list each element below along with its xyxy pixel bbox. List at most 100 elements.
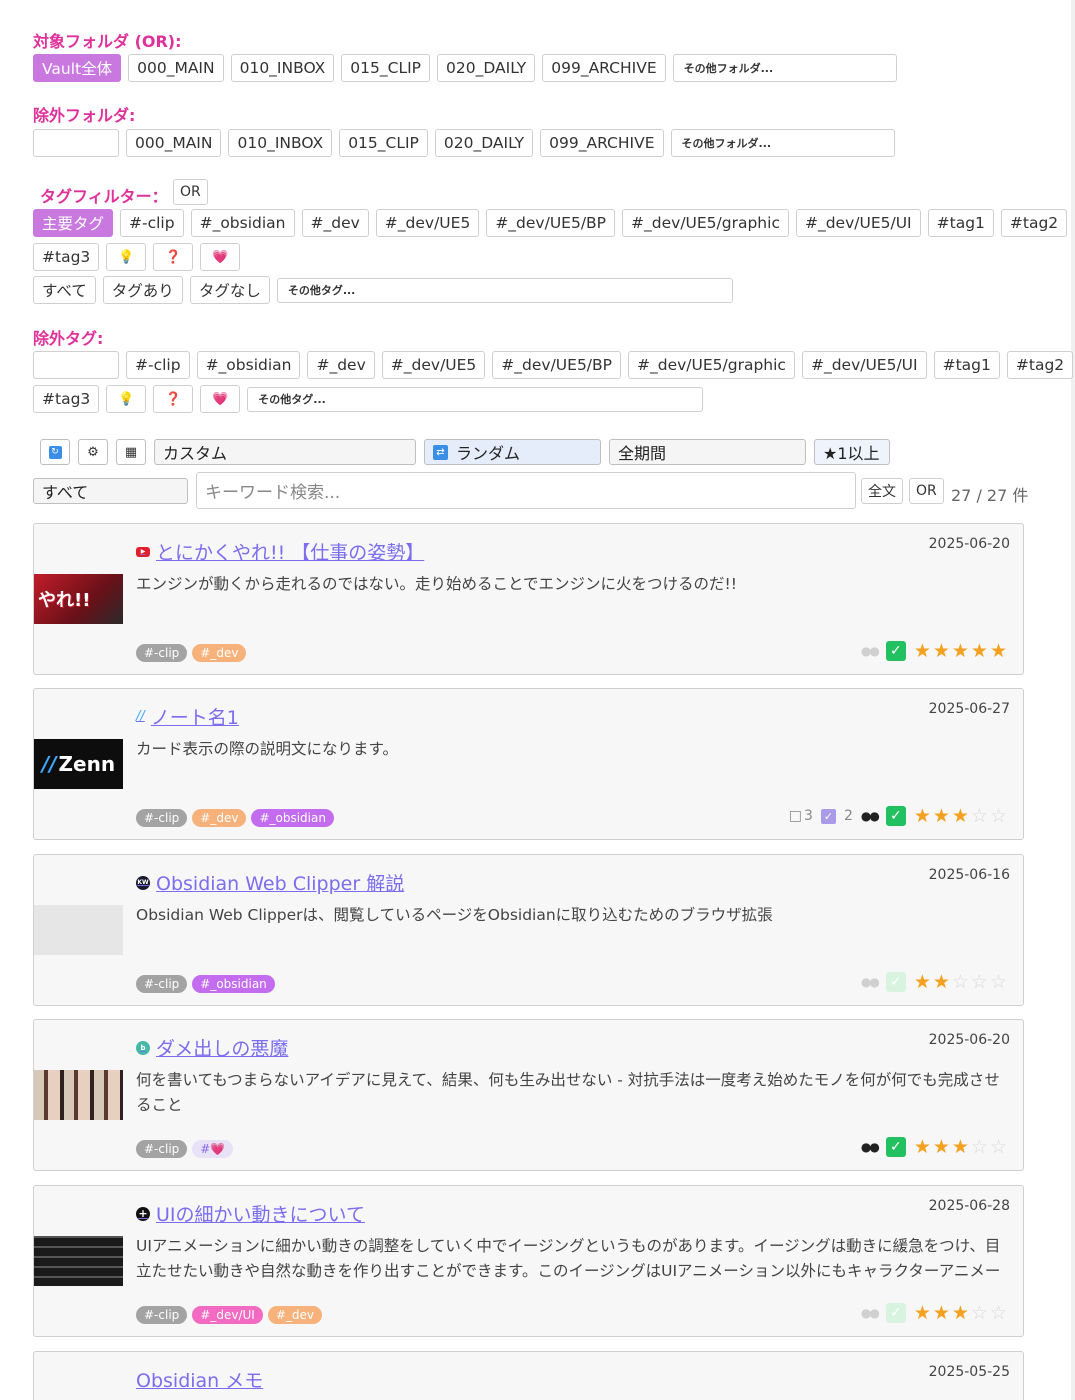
tag-status-tagged[interactable]: タグあり <box>102 276 183 304</box>
tag-chip-main[interactable]: 主要タグ <box>33 209 114 237</box>
tag-chip[interactable]: #_dev/UE5/UI <box>795 209 921 237</box>
tag-chip[interactable]: #_dev/UE5/graphic <box>622 209 789 237</box>
card-tag[interactable]: #-clip <box>136 975 188 993</box>
card-thumbnail: やれ!! <box>34 574 123 624</box>
scrollbar[interactable] <box>1071 0 1075 1400</box>
exclude-tag-chip[interactable]: #_dev/UE5/BP <box>492 351 622 379</box>
card-tag[interactable]: #_dev <box>192 644 247 662</box>
tag-chip[interactable]: #-clip <box>120 209 184 237</box>
exclude-tag-chip[interactable]: #_dev/UE5/graphic <box>628 351 795 379</box>
scope-select[interactable]: すべて <box>33 478 188 504</box>
rating-stars[interactable]: ★★★★★ <box>914 640 1009 662</box>
card-tag[interactable]: #_obsidian <box>251 809 334 827</box>
refresh-button[interactable]: ↻ <box>40 439 70 465</box>
sort-select[interactable]: カスタム <box>154 439 416 465</box>
card-tag[interactable]: #-clip <box>136 644 188 662</box>
card-tag[interactable]: #_dev/UI <box>192 1306 263 1324</box>
tag-chip[interactable]: #_dev/UE5/BP <box>486 209 616 237</box>
tag-mode-toggle[interactable]: OR <box>173 179 208 205</box>
tag-chip-bulb[interactable]: 💡 <box>106 243 147 271</box>
other-tag-select[interactable]: その他タグ... <box>276 277 733 303</box>
exclude-tag-chip[interactable]: #tag2 <box>1006 351 1074 379</box>
filter-settings-button[interactable]: ⚙ <box>78 439 108 465</box>
rating-stars[interactable]: ★★☆☆☆ <box>914 971 1009 993</box>
eyes-icon[interactable]: ●● <box>861 975 880 989</box>
check-icon[interactable]: ✓ <box>885 1137 906 1157</box>
exclude-tag-blank[interactable] <box>33 351 119 379</box>
tag-status-all[interactable]: すべて <box>33 276 96 304</box>
note-card[interactable]: やれ!! ▶ とにかくやれ!! 【仕事の姿勢】 2025-06-20 エンジンが… <box>33 523 1024 675</box>
exclude-tag-chip[interactable]: #_dev/UE5 <box>381 351 486 379</box>
exclude-tag-chip[interactable]: #tag1 <box>933 351 1000 379</box>
card-tag[interactable]: #-clip <box>136 1140 188 1158</box>
tag-chip-heart[interactable]: 💗 <box>200 243 241 271</box>
tag-chip-question[interactable]: ❓ <box>153 243 194 271</box>
exclude-tag-chip[interactable]: #-clip <box>126 351 190 379</box>
folder-chip[interactable]: 010_INBOX <box>230 54 335 82</box>
folder-chip[interactable]: 099_ARCHIVE <box>542 54 666 82</box>
folder-chip[interactable]: 020_DAILY <box>437 54 536 82</box>
card-tag[interactable]: #-clip <box>136 1306 188 1324</box>
check-icon[interactable]: ✓ <box>885 806 906 826</box>
card-title-link[interactable]: b ダメ出しの悪魔 <box>136 1034 288 1061</box>
tag-chip[interactable]: #tag2 <box>1000 209 1068 237</box>
eyes-icon[interactable]: ●● <box>861 1306 880 1320</box>
tag-chip[interactable]: #_dev <box>301 209 369 237</box>
eyes-icon[interactable]: ●● <box>861 644 880 658</box>
period-select[interactable]: 全期間 <box>609 439 806 465</box>
exclude-tag-chip[interactable]: #_dev/UE5/UI <box>801 351 927 379</box>
card-tag[interactable]: #💗 <box>192 1140 234 1158</box>
fulltext-toggle[interactable]: 全文 <box>861 478 903 504</box>
rating-stars[interactable]: ★★★☆☆ <box>914 805 1009 827</box>
rating-stars[interactable]: ★★★☆☆ <box>914 1302 1009 1324</box>
tag-chip[interactable]: #tag3 <box>33 243 100 271</box>
card-title-link[interactable]: Obsidian メモ <box>136 1366 263 1393</box>
other-folder-select[interactable]: その他フォルダ... <box>672 54 897 82</box>
exclude-tag-chip[interactable]: #tag3 <box>33 385 100 413</box>
exclude-tag-chip-heart[interactable]: 💗 <box>200 385 241 413</box>
note-card[interactable]: Obsidian メモ 2025-05-25 <box>33 1351 1024 1400</box>
eyes-icon[interactable]: ●● <box>861 1140 880 1154</box>
card-title-link[interactable]: // ノート名1 <box>136 703 239 730</box>
tag-chip[interactable]: #_dev/UE5 <box>375 209 480 237</box>
note-card[interactable]: + UIの細かい動きについて 2025-06-28 UIアニメーションに細かい動… <box>33 1185 1024 1337</box>
check-icon[interactable]: ✓ <box>885 641 906 661</box>
exclude-tag-chip[interactable]: #_obsidian <box>196 351 301 379</box>
other-exclude-tag-select[interactable]: その他タグ... <box>247 386 704 412</box>
exclude-folder-chip[interactable]: 020_DAILY <box>434 129 534 157</box>
rating-stars[interactable]: ★★★☆☆ <box>914 1136 1009 1158</box>
search-input[interactable]: キーワード検索... <box>196 472 856 509</box>
card-tag[interactable]: #_obsidian <box>192 975 275 993</box>
exclude-folder-chip[interactable]: 000_MAIN <box>126 129 222 157</box>
tag-chip[interactable]: #_obsidian <box>190 209 295 237</box>
note-card[interactable]: b ダメ出しの悪魔 2025-06-20 何を書いてもつまらないアイデアに見えて… <box>33 1019 1024 1171</box>
exclude-tag-chip-question[interactable]: ❓ <box>153 385 194 413</box>
card-title-link[interactable]: + UIの細かい動きについて <box>136 1200 365 1227</box>
exclude-tag-chip[interactable]: #_dev <box>307 351 375 379</box>
other-exclude-folder-select[interactable]: その他フォルダ... <box>670 129 895 157</box>
search-mode-toggle[interactable]: OR <box>909 478 944 504</box>
tag-chip[interactable]: #tag1 <box>927 209 994 237</box>
exclude-folder-chip[interactable]: 010_INBOX <box>228 129 333 157</box>
grid-view-button[interactable]: ▦ <box>116 439 146 465</box>
tag-status-untagged[interactable]: タグなし <box>189 276 270 304</box>
note-card[interactable]: //Zenn // ノート名1 2025-06-27 カード表示の際の説明文にな… <box>33 688 1024 840</box>
card-tag[interactable]: #_dev <box>192 809 247 827</box>
folder-chip-vault[interactable]: Vault全体 <box>33 54 122 82</box>
card-title-link[interactable]: KW Obsidian Web Clipper 解説 <box>136 869 404 896</box>
check-icon[interactable]: ✓ <box>885 972 906 992</box>
folder-chip[interactable]: 015_CLIP <box>341 54 431 82</box>
exclude-folder-chip[interactable]: 099_ARCHIVE <box>540 129 664 157</box>
card-title-link[interactable]: ▶ とにかくやれ!! 【仕事の姿勢】 <box>136 538 424 565</box>
exclude-tag-chip-bulb[interactable]: 💡 <box>106 385 147 413</box>
exclude-folder-blank[interactable] <box>33 129 119 157</box>
rating-filter-button[interactable]: ★1以上 <box>814 439 890 465</box>
note-card[interactable]: KW Obsidian Web Clipper 解説 2025-06-16 Ob… <box>33 854 1024 1006</box>
card-tag[interactable]: #-clip <box>136 809 188 827</box>
random-sort-button[interactable]: ⇄ ランダム <box>424 439 601 465</box>
eyes-icon[interactable]: ●● <box>861 809 880 823</box>
card-tag[interactable]: #_dev <box>267 1306 322 1324</box>
folder-chip[interactable]: 000_MAIN <box>128 54 224 82</box>
check-icon[interactable]: ✓ <box>885 1303 906 1323</box>
exclude-folder-chip[interactable]: 015_CLIP <box>339 129 428 157</box>
